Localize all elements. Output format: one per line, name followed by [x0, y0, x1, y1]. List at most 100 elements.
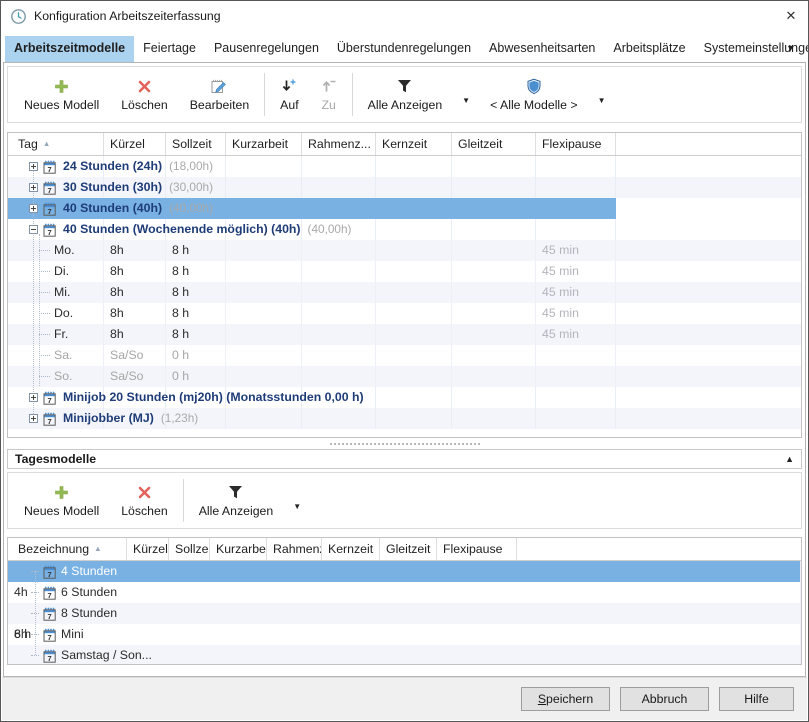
tree-row-day[interactable]: Sa.Sa/So0 h: [8, 345, 801, 366]
column-header-rahmenz[interactable]: Rahmenz...: [267, 538, 322, 560]
gleitzeit-cell: [452, 261, 536, 282]
model-label: 30 Stunden (30h): [63, 177, 162, 198]
column-header-gleitzeit[interactable]: Gleitzeit: [380, 538, 437, 560]
column-header-kuerzel[interactable]: Kürzel: [104, 133, 166, 155]
column-header-rahmenz[interactable]: Rahmenz...: [302, 133, 376, 155]
neues-modell-button[interactable]: Neues Modell: [13, 69, 110, 120]
abbruch-button[interactable]: Abbruch: [620, 687, 709, 711]
bezeichnung-cell[interactable]: 7Mini: [8, 624, 801, 645]
column-header-kernzeit[interactable]: Kernzeit: [322, 538, 380, 560]
tab-page-arbeitszeitmodelle: Neues ModellLöschenBearbeitenAufZuAlle A…: [3, 62, 806, 677]
bezeichnung-cell[interactable]: 78 Stunden: [8, 603, 801, 624]
hilfe-button[interactable]: Hilfe: [719, 687, 794, 711]
model-hours: (18,00h): [169, 156, 213, 177]
tab-pausenregelungen[interactable]: Pausenregelungen: [205, 36, 328, 62]
tree-row-day[interactable]: Di.8h8 h45 min: [8, 261, 801, 282]
column-header-kurzarbeit[interactable]: Kurzarbeit: [226, 133, 302, 155]
tagesmodell-label: 6 Stunden: [61, 582, 117, 603]
bezeichnung-cell[interactable]: 74 Stunden: [8, 561, 801, 582]
rahmenzeit-cell: [302, 240, 376, 261]
table-row[interactable]: 78 Stunden8h8 h45 min: [8, 603, 801, 624]
filter-icon: [396, 77, 413, 95]
day-label: Sa.: [54, 345, 72, 366]
tagesmodell-label: 4 Stunden: [61, 561, 117, 582]
tab-arbeitszeitmodelle[interactable]: Arbeitszeitmodelle: [5, 36, 134, 62]
column-header-label: Tag: [18, 137, 38, 151]
tree-row-model[interactable]: 724 Stunden (24h)(18,00h): [8, 156, 801, 177]
column-header-kuerzel[interactable]: Kürzel: [127, 538, 169, 560]
chevron-down-icon[interactable]: ▼: [589, 96, 615, 105]
svg-text:7: 7: [48, 164, 52, 173]
chevron-down-icon[interactable]: ▼: [453, 96, 479, 105]
column-header-flexipause[interactable]: Flexipause: [536, 133, 616, 155]
alle-anzeigen-button[interactable]: Alle Anzeigen: [357, 69, 454, 120]
neues-modell-button[interactable]: Neues Modell: [13, 475, 110, 526]
calendar-icon: 7: [43, 412, 56, 426]
bezeichnung-cell[interactable]: 7 6 Stunden: [8, 582, 801, 603]
column-header-sollzeit[interactable]: Sollzeit: [169, 538, 210, 560]
bezeichnung-cell[interactable]: 7Samstag / Son...: [8, 645, 801, 665]
splitter[interactable]: [7, 438, 802, 449]
tree-row-day[interactable]: Mo.8h8 h45 min: [8, 240, 801, 261]
tagesmodelle-section-header: Tagesmodelle ▲: [7, 449, 802, 469]
calendar-icon: 7: [43, 223, 56, 237]
section-title: Tagesmodelle: [15, 452, 785, 466]
expand-icon[interactable]: [29, 393, 38, 402]
table-header-row: Bezeichnung▲KürzelSollzeitKurzarbeitRahm…: [8, 538, 801, 561]
loeschen-button[interactable]: Löschen: [110, 475, 179, 526]
toolbar-separator: [352, 73, 353, 116]
expand-icon[interactable]: [29, 204, 38, 213]
column-header-sollzeit[interactable]: Sollzeit: [166, 133, 226, 155]
sort-asc-icon: ▲: [43, 139, 50, 148]
tree-row-model[interactable]: 7Minijobber (MJ)(1,23h): [8, 408, 801, 429]
alle-anzeigen-button[interactable]: Alle Anzeigen: [188, 475, 285, 526]
chevron-up-icon: ▲: [785, 454, 794, 464]
tree-row-model[interactable]: 730 Stunden (30h)(30,00h): [8, 177, 801, 198]
close-button[interactable]: ✕: [774, 8, 808, 24]
column-header-bezeichnung[interactable]: Bezeichnung▲: [8, 538, 127, 560]
tree-row-day[interactable]: Mi.8h8 h45 min: [8, 282, 801, 303]
table-row[interactable]: 7Samstag / Son...Sa/So0 h: [8, 645, 801, 665]
tab-ueberstundenregelungen[interactable]: Überstundenregelungen: [328, 36, 480, 62]
tab-overflow-button[interactable]: ▼: [786, 43, 795, 53]
splitter-grip[interactable]: [330, 443, 480, 445]
tree-row-model[interactable]: 740 Stunden (Wochenende möglich) (40h)(4…: [8, 219, 801, 240]
calendar-icon: 7: [43, 607, 56, 621]
sollzeit-cell: 8 h: [166, 324, 226, 345]
table-row[interactable]: 74 Stunden4h0 h: [8, 561, 801, 582]
tab-arbeitsplaetze[interactable]: Arbeitsplätze: [604, 36, 694, 62]
section-collapse-button[interactable]: ▲: [785, 454, 794, 464]
day-name-cell: Sa.: [8, 345, 104, 366]
collapse-icon[interactable]: [29, 225, 38, 234]
tree-row-model[interactable]: 7Minijob 20 Stunden (mj20h) (Monatsstund…: [8, 387, 801, 408]
tree-row-day[interactable]: Do.8h8 h45 min: [8, 303, 801, 324]
expand-icon[interactable]: [29, 162, 38, 171]
column-header-kernzeit[interactable]: Kernzeit: [376, 133, 452, 155]
chevron-down-icon[interactable]: ▼: [284, 502, 310, 511]
kuerzel-cell: 8h: [104, 282, 166, 303]
loeschen-button[interactable]: Löschen: [110, 69, 179, 120]
kuerzel-cell: 8h: [104, 240, 166, 261]
tab-abwesenheitsarten[interactable]: Abwesenheitsarten: [480, 36, 604, 62]
sollzeit-cell: 8 h: [166, 261, 226, 282]
table-row[interactable]: 7Minimin1,230 h: [8, 624, 801, 645]
tree-row-model[interactable]: 740 Stunden (40h)(40,00h): [8, 198, 801, 219]
column-header-flexipause[interactable]: Flexipause: [437, 538, 517, 560]
expand-icon[interactable]: [29, 414, 38, 423]
column-header-tag[interactable]: Tag ▲: [8, 133, 104, 155]
column-header-kurzarbeit[interactable]: Kurzarbeit: [210, 538, 267, 560]
alle-modelle-button[interactable]: < Alle Modelle >: [479, 69, 589, 120]
tab-feiertage[interactable]: Feiertage: [134, 36, 205, 62]
svg-text:7: 7: [48, 590, 52, 599]
bearbeiten-button[interactable]: Bearbeiten: [179, 69, 260, 120]
column-header-gleitzeit[interactable]: Gleitzeit: [452, 133, 536, 155]
tree-row-day[interactable]: So.Sa/So0 h: [8, 366, 801, 387]
svg-text:7: 7: [48, 185, 52, 194]
tree-row-day[interactable]: Fr.8h8 h45 min: [8, 324, 801, 345]
rahmenzeit-cell: [302, 366, 376, 387]
table-row[interactable]: 76 Stunden6h6 h: [8, 582, 801, 603]
expand-icon[interactable]: [29, 183, 38, 192]
speichern-button[interactable]: Speichern: [521, 687, 610, 711]
flexipause-cell: 45 min: [536, 324, 616, 345]
auf-button[interactable]: Auf: [269, 69, 309, 120]
